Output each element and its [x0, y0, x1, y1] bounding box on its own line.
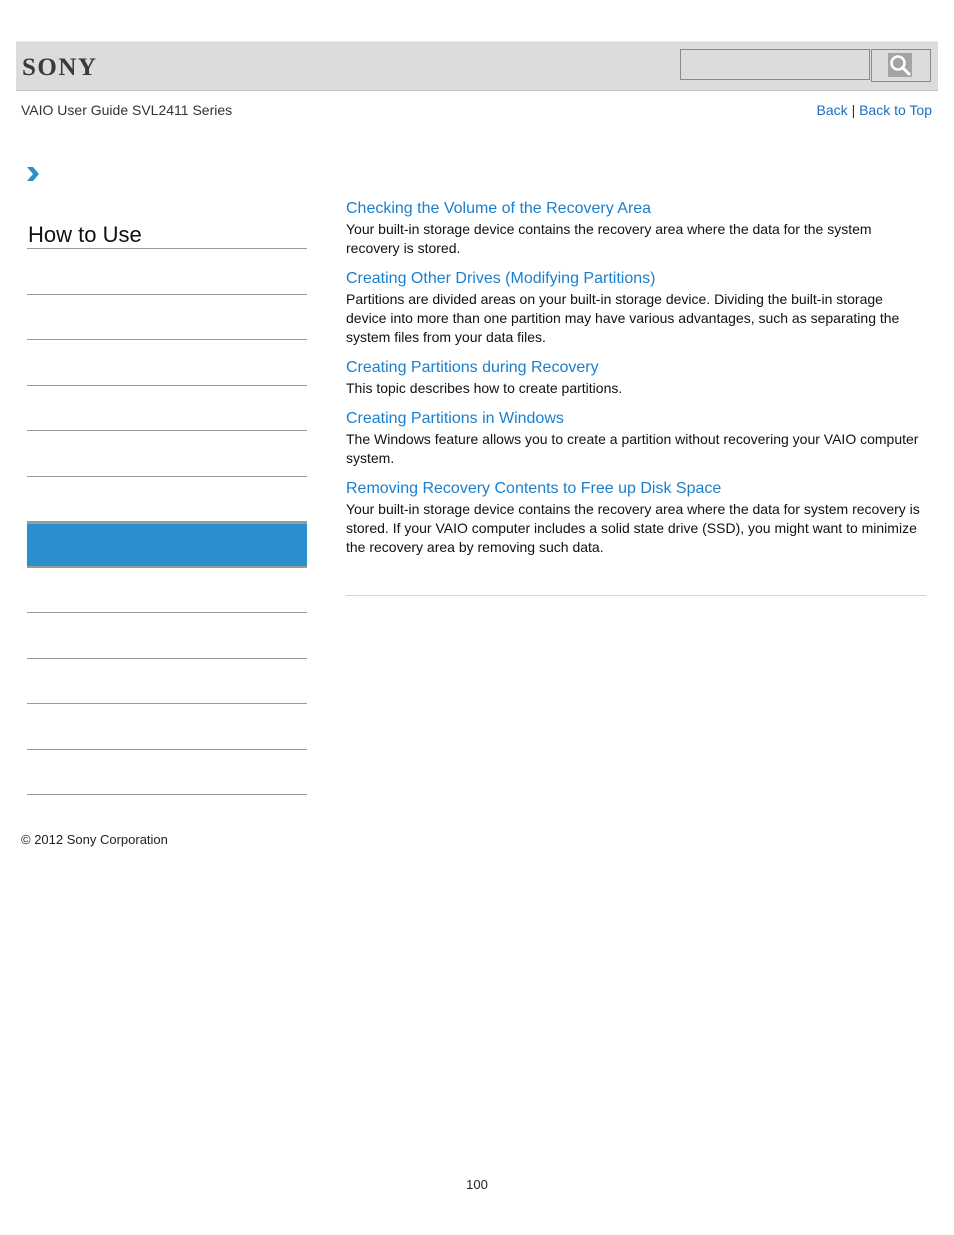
back-link[interactable]: Back [817, 102, 848, 118]
topic-item: Creating Partitions in Windows The Windo… [346, 408, 926, 468]
sidebar-item-active[interactable] [27, 522, 307, 568]
content-divider [346, 595, 926, 596]
topic-item: Removing Recovery Contents to Free up Di… [346, 478, 926, 557]
sidebar-title: How to Use [27, 200, 307, 249]
link-separator: | [851, 102, 856, 118]
sidebar-item-11[interactable] [27, 704, 307, 750]
sidebar-item-8[interactable] [27, 568, 307, 613]
topic-link[interactable]: Checking the Volume of the Recovery Area [346, 198, 926, 220]
search-button[interactable] [871, 49, 931, 82]
topic-link[interactable]: Creating Partitions during Recovery [346, 357, 926, 379]
topic-link[interactable]: Removing Recovery Contents to Free up Di… [346, 478, 926, 500]
topic-description: This topic describes how to create parti… [346, 380, 623, 396]
sidebar-item-10[interactable] [27, 659, 307, 704]
topic-list: Checking the Volume of the Recovery Area… [346, 198, 926, 567]
topic-description: Your built-in storage device contains th… [346, 221, 872, 256]
topic-item: Checking the Volume of the Recovery Area… [346, 198, 926, 258]
sidebar-item-1[interactable] [27, 249, 307, 295]
sidebar-item-2[interactable] [27, 295, 307, 340]
sidebar-item-4[interactable] [27, 386, 307, 431]
back-to-top-link[interactable]: Back to Top [859, 102, 932, 118]
topic-link[interactable]: Creating Other Drives (Modifying Partiti… [346, 268, 926, 290]
topic-link[interactable]: Creating Partitions in Windows [346, 408, 926, 430]
sidebar-item-3[interactable] [27, 340, 307, 386]
page-number: 100 [466, 1177, 488, 1192]
search-input[interactable] [680, 49, 870, 80]
topic-item: Creating Other Drives (Modifying Partiti… [346, 268, 926, 347]
guide-title: VAIO User Guide SVL2411 Series [21, 102, 233, 118]
copyright: © 2012 Sony Corporation [21, 832, 168, 847]
sidebar-item-5[interactable] [27, 431, 307, 477]
sony-logo: SONY [22, 54, 98, 81]
search-icon [888, 53, 912, 77]
topic-description: Partitions are divided areas on your bui… [346, 291, 900, 345]
sidebar-item-9[interactable] [27, 613, 307, 659]
sidebar-item-12[interactable] [27, 750, 307, 795]
topic-description: The Windows feature allows you to create… [346, 431, 919, 466]
topic-description: Your built-in storage device contains th… [346, 501, 920, 555]
topic-item: Creating Partitions during Recovery This… [346, 357, 926, 398]
sidebar-item-6[interactable] [27, 477, 307, 522]
sidebar: How to Use [27, 200, 307, 795]
header-bar: SONY [16, 41, 938, 91]
chevron-right-icon[interactable] [25, 165, 41, 183]
top-links: Back | Back to Top [817, 102, 932, 118]
